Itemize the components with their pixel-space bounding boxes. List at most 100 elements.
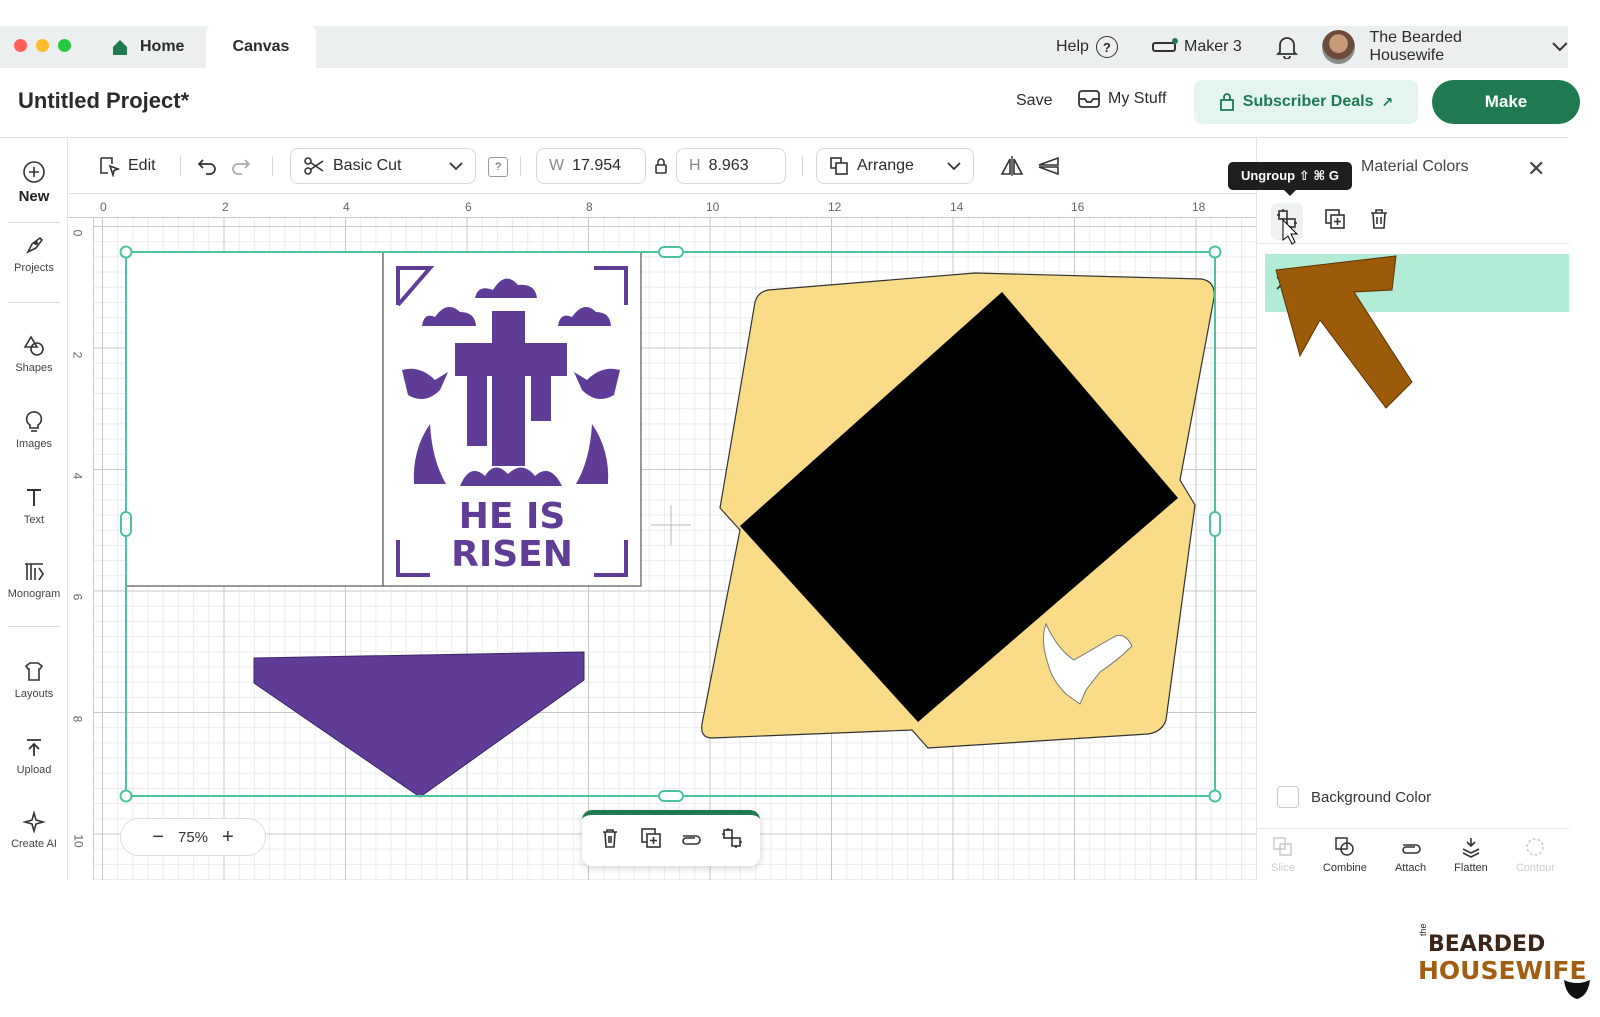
ungroup-icon [721,828,742,848]
bearded-housewife-logo: the BEARDED HOUSEWIFE [1418,923,1594,1002]
sidebar-item-label: Monogram [7,588,61,600]
my-stuff-button[interactable]: My Stuff [1078,90,1166,108]
undo-button[interactable] [196,148,218,184]
design-text-line1: HE IS [459,496,566,537]
sidebar-divider [8,626,60,627]
chevron-right-icon [1276,276,1285,290]
home-icon [113,40,127,55]
ruler-label: 0 [100,200,107,214]
ruler-label: 18 [1192,200,1206,214]
ruler-label: 6 [70,593,85,601]
zoom-out-button[interactable]: − [152,826,164,849]
design-canvas[interactable]: HE IS RISEN [94,218,1256,880]
sidebar-item-label: Images [15,438,53,450]
subscriber-deals-button[interactable]: Subscriber Deals ↗ [1194,80,1418,124]
quick-delete-button[interactable] [599,827,621,854]
edit-button[interactable]: Edit [98,148,156,184]
combine-button[interactable]: Combine [1323,836,1367,874]
sidebar-item-projects[interactable]: Projects [0,234,68,274]
sidebar-item-layouts[interactable]: Layouts [0,660,68,700]
design-layer: HE IS RISEN [119,245,1222,803]
user-menu[interactable]: The Bearded Housewife [1322,26,1568,68]
redo-button[interactable] [230,148,252,184]
tab-canvas[interactable]: Canvas [206,26,316,68]
ruler-label: 10 [706,200,720,214]
close-icon[interactable]: ✕ [1527,156,1545,182]
sidebar-item-shapes[interactable]: Shapes [0,334,68,374]
attach-icon [682,835,702,845]
flip-vertical-icon [1038,156,1059,176]
sidebar-divider [8,302,60,303]
slice-icon [1273,836,1292,856]
tab-home[interactable]: Home [96,26,206,68]
sidebar-item-new[interactable]: New [0,160,68,205]
quick-attach-button[interactable] [680,827,702,854]
duplicate-button[interactable] [1323,207,1347,236]
panel-title[interactable]: Material Colors [1361,158,1469,176]
shapes-icon [23,335,44,356]
slice-button[interactable]: Slice [1271,836,1295,874]
background-color-toggle[interactable]: Background Color [1277,786,1431,808]
delete-button[interactable] [1367,207,1391,236]
contour-button[interactable]: Contour [1516,836,1555,874]
project-header: Untitled Project* Save My Stuff Subscrib… [0,68,1580,138]
window-minimize-button[interactable] [36,39,49,52]
scissors-icon [304,157,324,175]
pocket-shape[interactable] [253,651,585,798]
help-icon: ? [1095,36,1118,58]
background-color-checkbox[interactable] [1277,786,1299,808]
zoom-control: − 75% + [120,818,266,856]
ruler-label: 8 [70,715,85,723]
lock-proportions-button[interactable] [654,148,668,184]
monogram-icon [25,563,44,581]
plus-circle-icon [23,161,45,183]
ruler-label: 16 [1071,200,1085,214]
upload-icon [27,739,41,756]
ungroup-button[interactable] [1271,203,1303,240]
bell-icon [1276,37,1298,59]
machine-selector[interactable]: Maker 3 [1152,26,1242,68]
ungroup-icon [1277,209,1297,229]
zoom-in-button[interactable]: + [222,826,234,849]
sidebar-item-monogram[interactable]: Monogram [0,560,68,600]
flip-horizontal-button[interactable] [1000,148,1024,184]
help-button[interactable]: Help ? [1056,26,1118,68]
window-close-button[interactable] [14,39,27,52]
height-field[interactable]: H 8.963 [676,148,786,184]
notifications-button[interactable] [1276,26,1298,68]
blank-card-shape[interactable] [125,251,384,587]
arrange-select[interactable]: Arrange [816,148,974,184]
flatten-button[interactable]: Flatten [1454,836,1488,874]
chevron-down-icon [947,161,961,170]
selected-layer-group[interactable] [1265,254,1569,312]
make-button[interactable]: Make [1432,80,1580,124]
height-value: 8.963 [708,157,749,174]
window-maximize-button[interactable] [58,39,71,52]
quick-duplicate-button[interactable] [640,827,662,854]
machine-label: Maker 3 [1184,38,1242,55]
save-button[interactable]: Save [1016,92,1052,110]
left-sidebar: New Projects Shapes Images Text Monogram… [0,138,68,880]
ruler-label: 12 [828,200,842,214]
sidebar-item-upload[interactable]: Upload [0,736,68,776]
sidebar-item-text[interactable]: Text [0,486,68,526]
edit-toolbar: Edit Basic Cut ? W 17.954 H 8.963 Arrang… [68,138,1256,194]
sidebar-item-create-ai[interactable]: Create AI [0,810,68,850]
flip-vertical-button[interactable] [1036,148,1060,184]
toolbar-divider [180,156,181,176]
operation-select[interactable]: Basic Cut [290,148,476,184]
width-field[interactable]: W 17.954 [536,148,646,184]
sidebar-item-label: Shapes [15,362,53,374]
duplicate-icon [640,828,661,848]
operation-help-button[interactable]: ? [488,157,508,177]
project-title[interactable]: Untitled Project* [18,88,189,114]
attach-button[interactable]: Attach [1395,836,1426,874]
toolbar-divider [272,156,273,176]
chevron-down-icon [449,161,463,170]
attach-label: Attach [1394,861,1427,874]
user-name: The Bearded Housewife [1369,29,1462,64]
sidebar-divider [8,222,60,223]
quick-ungroup-button[interactable] [721,827,743,854]
sidebar-item-images[interactable]: Images [0,410,68,450]
subscriber-deals-label: Subscriber Deals [1242,93,1374,110]
